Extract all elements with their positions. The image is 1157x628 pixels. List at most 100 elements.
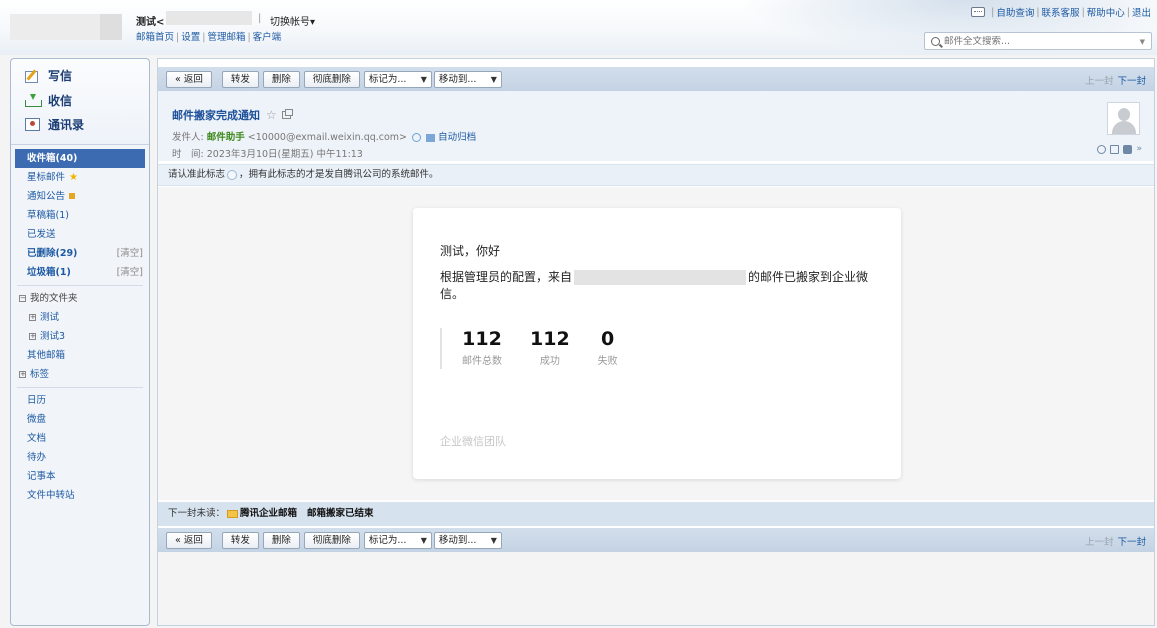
- contacts-icon: [25, 118, 40, 131]
- bottom-toolbar: « 返回 转发 删除 彻底删除 标记为... ▼ 移动到... ▼ 上一封 下一封: [158, 528, 1154, 552]
- app-notes[interactable]: 记事本: [11, 467, 149, 486]
- delete-forever-button[interactable]: 彻底删除: [303, 70, 360, 88]
- header-sub-links: 邮箱首页 | 设置 | 管理邮箱 | 客户端: [136, 32, 282, 43]
- folder-custom-test[interactable]: + 测试: [11, 308, 149, 327]
- star-outline-icon[interactable]: ☆: [266, 108, 277, 122]
- next-unread-subject[interactable]: 邮箱搬家已结束: [307, 508, 374, 519]
- chevron-double-down-icon[interactable]: »: [1136, 145, 1142, 154]
- mail-search-box[interactable]: ▼: [924, 32, 1152, 50]
- next-mail-link[interactable]: 下一封: [1117, 537, 1146, 548]
- app-calendar[interactable]: 日历: [11, 391, 149, 410]
- delete-forever-button[interactable]: 彻底删除: [303, 531, 360, 549]
- sender-name[interactable]: 邮件助手: [207, 132, 245, 143]
- app-todo[interactable]: 待办: [11, 448, 149, 467]
- folder-notices[interactable]: 通知公告: [11, 187, 149, 206]
- write-mail-button[interactable]: 写信: [25, 67, 72, 84]
- mark-as-select[interactable]: 标记为... ▼: [363, 70, 432, 88]
- print-icon[interactable]: [1123, 145, 1133, 154]
- empty-area: [158, 552, 1154, 625]
- chat-icon[interactable]: [1097, 145, 1107, 154]
- link-contact-support[interactable]: 联系客服: [1042, 5, 1080, 19]
- write-icon: [25, 69, 40, 83]
- next-mail-link[interactable]: 下一封: [1117, 76, 1146, 87]
- expand-icon[interactable]: +: [29, 333, 36, 340]
- archive-icon: [426, 133, 436, 142]
- folder-my-folders[interactable]: − 我的文件夹: [11, 289, 149, 308]
- separator: |: [258, 13, 262, 24]
- keyboard-icon[interactable]: [971, 7, 986, 17]
- collapse-icon[interactable]: −: [19, 295, 26, 302]
- contacts-button[interactable]: 通讯录: [25, 116, 84, 133]
- top-header: 测试< | 切换帐号▾ 邮箱首页 | 设置 | 管理邮箱 | 客户端 | 自助查询 | 联系客…: [0, 0, 1157, 55]
- mail-body: 测试，你好 根据管理员的配置，来自 的邮件已搬家到企业微信。 112 邮件总数 1…: [158, 187, 1154, 500]
- account-name: 测试<: [136, 17, 165, 28]
- app-file-transfer[interactable]: 文件中转站: [11, 486, 149, 505]
- migration-message: 根据管理员的配置，来自 的邮件已搬家到企业微信。: [440, 270, 869, 301]
- back-button[interactable]: « 返回: [166, 70, 212, 88]
- link-logout[interactable]: 退出: [1132, 5, 1151, 19]
- mail-reader: « 返回 转发 删除 彻底删除 标记为... ▼ 移动到... ▼ 上一封 下一封 邮…: [157, 58, 1155, 626]
- folder-tags[interactable]: + 标签: [11, 365, 149, 384]
- avatar[interactable]: [1107, 102, 1140, 135]
- mail-pager: 上一封 下一封: [1085, 73, 1146, 87]
- move-to-select[interactable]: 移动到... ▼: [433, 531, 502, 549]
- back-button[interactable]: « 返回: [166, 531, 212, 549]
- stat-total: 112 邮件总数: [462, 328, 502, 367]
- folder-inbox[interactable]: 收件箱(40): [15, 149, 145, 168]
- stat-failed: 0 失败: [597, 328, 618, 367]
- inbox-icon: [25, 94, 42, 107]
- app-docs[interactable]: 文档: [11, 429, 149, 448]
- clear-deleted-link[interactable]: [清空]: [117, 244, 143, 263]
- link-self-service[interactable]: 自助查询: [996, 5, 1034, 19]
- divider: [17, 285, 143, 286]
- move-to-select[interactable]: 移动到... ▼: [433, 70, 502, 88]
- link-client[interactable]: 客户端: [253, 32, 282, 43]
- clear-junk-link[interactable]: [清空]: [117, 263, 143, 282]
- next-unread-sender: 腾讯企业邮箱: [240, 508, 298, 519]
- sender-email: <10000@exmail.weixin.qq.com>: [247, 132, 408, 143]
- receive-mail-button[interactable]: 收信: [25, 92, 72, 109]
- security-notice: 请认准此标志 ，拥有此标志的才是发自腾讯公司的系统邮件。: [158, 164, 1154, 186]
- redacted-address: [574, 270, 747, 285]
- mail-pager: 上一封 下一封: [1085, 534, 1146, 548]
- forward-button[interactable]: 转发: [221, 70, 259, 88]
- mail-header: 邮件搬家完成通知 ☆ 发件人: 邮件助手 <10000@exmail.weixi…: [158, 91, 1154, 161]
- prev-mail-link[interactable]: 上一封: [1085, 76, 1114, 87]
- folder-custom-test3[interactable]: + 测试3: [11, 327, 149, 346]
- switch-account-link[interactable]: 切换帐号▾: [270, 13, 315, 28]
- delete-button[interactable]: 删除: [262, 531, 300, 549]
- chevron-down-icon[interactable]: ▼: [1140, 38, 1145, 46]
- folder-starred[interactable]: 星标邮件 ★: [11, 168, 149, 187]
- folder-deleted[interactable]: 已删除(29) [清空]: [11, 244, 149, 263]
- forward-button[interactable]: 转发: [221, 531, 259, 549]
- link-settings[interactable]: 设置: [181, 32, 200, 43]
- folder-other-mailboxes[interactable]: 其他邮箱: [11, 346, 149, 365]
- link-mail-home[interactable]: 邮箱首页: [136, 32, 174, 43]
- app-drive[interactable]: 微盘: [11, 410, 149, 429]
- speaker-icon: [69, 193, 76, 199]
- star-icon: ★: [69, 172, 78, 183]
- folder-drafts[interactable]: 草稿箱(1): [11, 206, 149, 225]
- mail-search-input[interactable]: [944, 35, 1124, 47]
- tencent-badge-icon: [227, 169, 238, 180]
- delete-button[interactable]: 删除: [262, 70, 300, 88]
- expand-icon[interactable]: +: [29, 314, 36, 321]
- chevron-down-icon: ▼: [420, 74, 427, 84]
- divider: [17, 387, 143, 388]
- link-admin[interactable]: 管理邮箱: [207, 32, 245, 43]
- mail-time: 2023年3月10日(星期五) 中午11:13: [206, 149, 363, 160]
- popout-icon[interactable]: [281, 109, 293, 119]
- mark-as-select[interactable]: 标记为... ▼: [363, 531, 432, 549]
- note-icon[interactable]: [1110, 145, 1120, 154]
- envelope-icon: [227, 509, 239, 518]
- prev-mail-link[interactable]: 上一封: [1085, 537, 1114, 548]
- account-email-redacted: [166, 11, 252, 25]
- folder-sent[interactable]: 已发送: [11, 225, 149, 244]
- top-right-links: | 自助查询 | 联系客服 | 帮助中心 | 退出: [971, 5, 1151, 19]
- auto-archive-link[interactable]: 自动归档: [438, 132, 476, 143]
- link-help-center[interactable]: 帮助中心: [1087, 5, 1125, 19]
- expand-icon[interactable]: +: [19, 371, 26, 378]
- chevron-down-icon: ▼: [490, 74, 497, 84]
- chevron-down-icon: ▼: [490, 535, 497, 545]
- folder-junk[interactable]: 垃圾箱(1) [清空]: [11, 263, 149, 282]
